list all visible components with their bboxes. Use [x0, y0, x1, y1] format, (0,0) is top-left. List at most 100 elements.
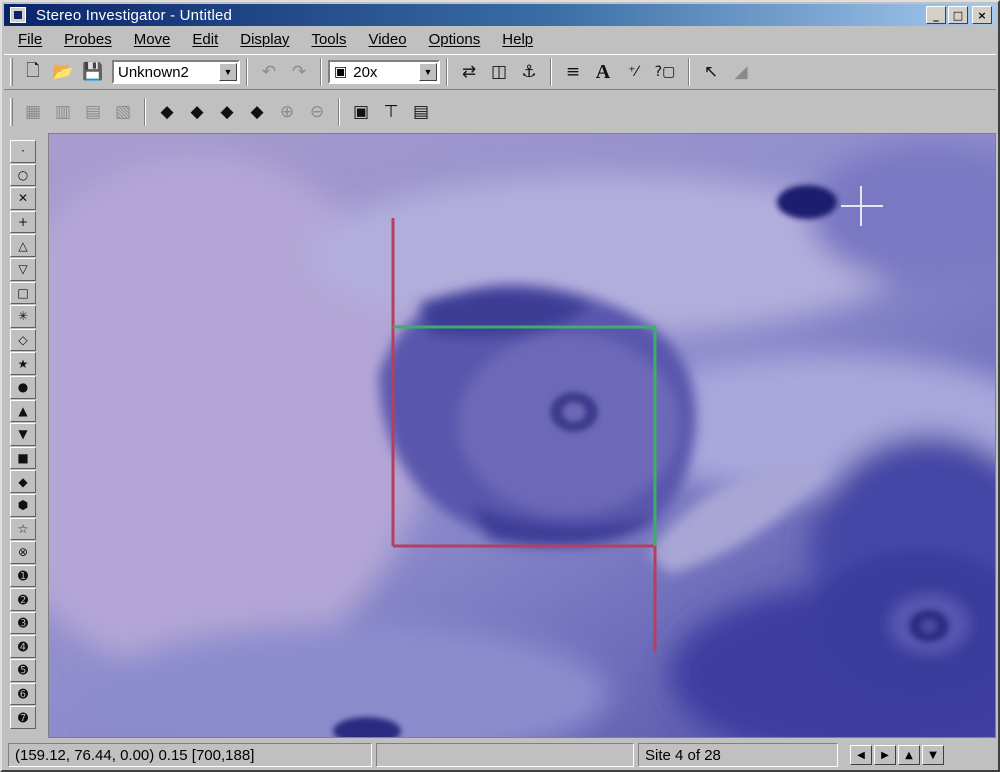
window-title: Stereo Investigator - Untitled	[36, 6, 233, 24]
title-bar[interactable]: Stereo Investigator - Untitled _ □ ×	[4, 4, 996, 26]
chevron-down-icon[interactable]: ▼	[219, 63, 237, 81]
app-icon[interactable]	[10, 7, 26, 23]
camera-icon: ▣	[334, 64, 348, 80]
menu-video[interactable]: Video	[368, 31, 406, 48]
filled-square-marker-icon[interactable]: ■	[10, 446, 36, 470]
menu-edit[interactable]: Edit	[192, 31, 218, 48]
toolbar-grip[interactable]	[10, 98, 13, 126]
site-counter: Site 4 of 28	[638, 743, 838, 767]
undo-icon[interactable]: ↶	[254, 58, 284, 86]
view-split-icon[interactable]: ⊤	[376, 98, 406, 126]
triangle-up-marker-icon[interactable]: △	[10, 234, 36, 257]
menu-help[interactable]: Help	[502, 31, 533, 48]
plus-marker-icon[interactable]: +	[10, 210, 36, 234]
outline-star-marker-icon[interactable]: ☆	[10, 517, 36, 541]
toolbar-separator	[144, 98, 146, 126]
previous-site-button[interactable]: ◀	[850, 745, 872, 765]
circled-x-marker-icon[interactable]: ⊗	[10, 541, 36, 564]
menu-tools[interactable]: Tools	[311, 31, 346, 48]
close-button[interactable]: ×	[972, 6, 992, 24]
numbered-marker-4-icon[interactable]: ➍	[10, 635, 36, 659]
probe-select[interactable]: Unknown2 ▼	[112, 60, 240, 84]
objective-select[interactable]: ▣ 20x ▼	[328, 60, 440, 84]
numbered-marker-1-icon[interactable]: ➊	[10, 564, 36, 588]
filled-triangle-down-marker-icon[interactable]: ▼	[10, 423, 36, 446]
triangle-down-marker-icon[interactable]: ▽	[10, 257, 36, 281]
menu-display[interactable]: Display	[240, 31, 289, 48]
asterisk-marker-icon[interactable]: ✳	[10, 305, 36, 328]
new-file-icon[interactable]: 🗋	[18, 58, 48, 86]
marker-palette: · ○ ✕ + △ ▽ □ ✳ ◇ ★ ● ▲ ▼ ■ ◆ ⬢ ☆ ⊗ ➊ ➋ …	[10, 140, 40, 740]
microscope-image-view[interactable]	[48, 133, 996, 738]
menu-bar: File Probes Move Edit Display Tools Vide…	[4, 27, 996, 51]
site-navigation: ◀ ▶ ▲ ▼	[850, 745, 944, 765]
measure-icon[interactable]: ⁺⁄	[618, 58, 648, 86]
menu-file[interactable]: File	[18, 31, 42, 48]
help-icon[interactable]: ?▢	[648, 58, 682, 86]
menu-move[interactable]: Move	[134, 31, 171, 48]
filled-diamond-marker-icon[interactable]: ◆	[10, 470, 36, 493]
tissue-image	[49, 134, 995, 737]
view-image-icon[interactable]: ▣	[346, 98, 376, 126]
chevron-down-icon[interactable]: ▼	[419, 63, 437, 81]
toolbar-separator	[550, 58, 552, 86]
zoom-in-icon[interactable]: ⊕	[272, 98, 302, 126]
eraser-icon[interactable]: ◢	[726, 58, 756, 86]
status-bar: (159.12, 76.44, 0.00) 0.15 [700,188] Sit…	[4, 740, 996, 770]
circle-marker-icon[interactable]: ○	[10, 163, 36, 187]
contour-icon[interactable]: ≡	[558, 58, 588, 86]
redo-icon[interactable]: ↷	[284, 58, 314, 86]
menu-options[interactable]: Options	[429, 31, 481, 48]
toolbar-separator	[338, 98, 340, 126]
zoom-out-icon[interactable]: ⊖	[302, 98, 332, 126]
filled-circle-marker-icon[interactable]: ●	[10, 375, 36, 399]
video-icon[interactable]: ▦	[18, 98, 48, 126]
menu-probes[interactable]: Probes	[64, 31, 112, 48]
frame-icon[interactable]: ▧	[108, 98, 138, 126]
nav-left-icon[interactable]: ◆	[152, 98, 182, 126]
coordinates-readout: (159.12, 76.44, 0.00) 0.15 [700,188]	[8, 743, 372, 767]
focus-up-button[interactable]: ▲	[898, 745, 920, 765]
toolbar-separator	[688, 58, 690, 86]
grid-icon[interactable]: ▥	[48, 98, 78, 126]
cube-icon[interactable]: ◫	[484, 58, 514, 86]
text-tool-icon[interactable]: A	[588, 58, 618, 86]
stage-icon[interactable]: ⚓	[514, 58, 544, 86]
open-folder-icon[interactable]: 📂	[48, 58, 78, 86]
main-toolbar: 🗋 📂 💾 Unknown2 ▼ ↶ ↷ ▣ 20x ▼ ⇄ ◫ ⚓ ≡ A ⁺…	[4, 54, 996, 90]
toolbar-grip[interactable]	[10, 58, 13, 86]
numbered-marker-5-icon[interactable]: ➎	[10, 659, 36, 682]
window-controls: _ □ ×	[926, 6, 992, 24]
app-window: Stereo Investigator - Untitled _ □ × Fil…	[0, 0, 1000, 772]
dot-marker-icon[interactable]: ·	[10, 140, 36, 163]
maximize-button[interactable]: □	[948, 6, 968, 24]
minimize-button[interactable]: _	[926, 6, 946, 24]
objective-select-value: 20x	[353, 63, 378, 81]
square-marker-icon[interactable]: □	[10, 281, 36, 305]
nav-up-icon[interactable]: ◆	[182, 98, 212, 126]
toolbar-separator	[446, 58, 448, 86]
view-list-icon[interactable]: ▤	[406, 98, 436, 126]
focus-down-button[interactable]: ▼	[922, 745, 944, 765]
filled-triangle-up-marker-icon[interactable]: ▲	[10, 399, 36, 423]
numbered-marker-7-icon[interactable]: ➐	[10, 706, 36, 729]
numbered-marker-3-icon[interactable]: ➌	[10, 611, 36, 635]
star-marker-icon[interactable]: ★	[10, 352, 36, 375]
numbered-marker-6-icon[interactable]: ➏	[10, 682, 36, 706]
nav-down-icon[interactable]: ◆	[212, 98, 242, 126]
swap-icon[interactable]: ⇄	[454, 58, 484, 86]
save-icon[interactable]: 💾	[78, 58, 108, 86]
diamond-marker-icon[interactable]: ◇	[10, 328, 36, 352]
x-marker-icon[interactable]: ✕	[10, 187, 36, 210]
probe-select-value: Unknown2	[118, 63, 189, 81]
numbered-marker-2-icon[interactable]: ➋	[10, 588, 36, 611]
filled-hexagon-marker-icon[interactable]: ⬢	[10, 493, 36, 517]
toolbar-separator	[246, 58, 248, 86]
pointer-icon[interactable]: ↖	[696, 58, 726, 86]
nav-right-icon[interactable]: ◆	[242, 98, 272, 126]
toolbar-separator	[320, 58, 322, 86]
secondary-toolbar: ▦ ▥ ▤ ▧ ◆ ◆ ◆ ◆ ⊕ ⊖ ▣ ⊤ ▤	[4, 94, 574, 130]
status-pane-middle	[376, 743, 634, 767]
grid-alt-icon[interactable]: ▤	[78, 98, 108, 126]
next-site-button[interactable]: ▶	[874, 745, 896, 765]
